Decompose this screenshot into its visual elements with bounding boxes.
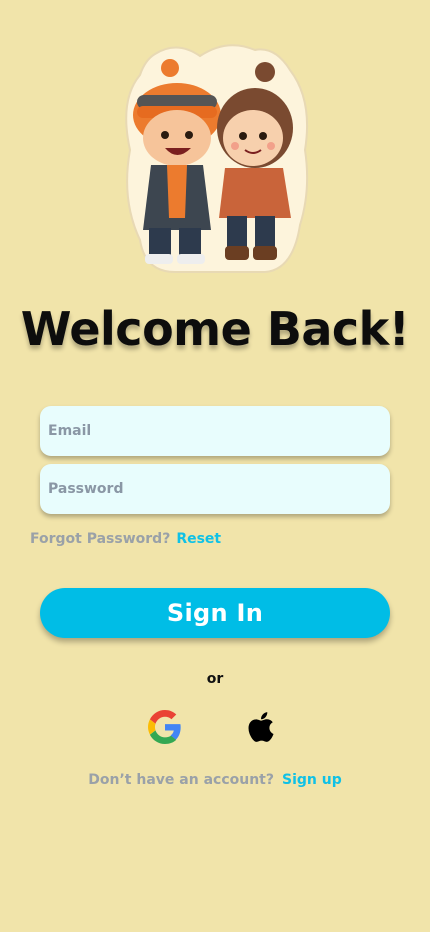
forgot-password-label: Forgot Password? bbox=[30, 531, 171, 547]
sign-in-button[interactable]: Sign In bbox=[40, 588, 390, 638]
or-divider: or bbox=[206, 671, 224, 687]
google-icon[interactable] bbox=[148, 710, 182, 744]
sign-up-link[interactable]: Sign up bbox=[282, 772, 342, 788]
email-field[interactable] bbox=[40, 406, 390, 456]
forgot-password-row: Forgot Password? Reset bbox=[30, 531, 221, 547]
signup-prompt: Don’t have an account? bbox=[88, 772, 274, 788]
page-title: Welcome Back! bbox=[20, 302, 410, 356]
apple-icon[interactable] bbox=[244, 710, 278, 744]
kids-illustration bbox=[125, 44, 309, 273]
password-field[interactable] bbox=[40, 464, 390, 514]
signup-row: Don’t have an account? Sign up bbox=[0, 772, 430, 788]
reset-link[interactable]: Reset bbox=[176, 531, 221, 547]
